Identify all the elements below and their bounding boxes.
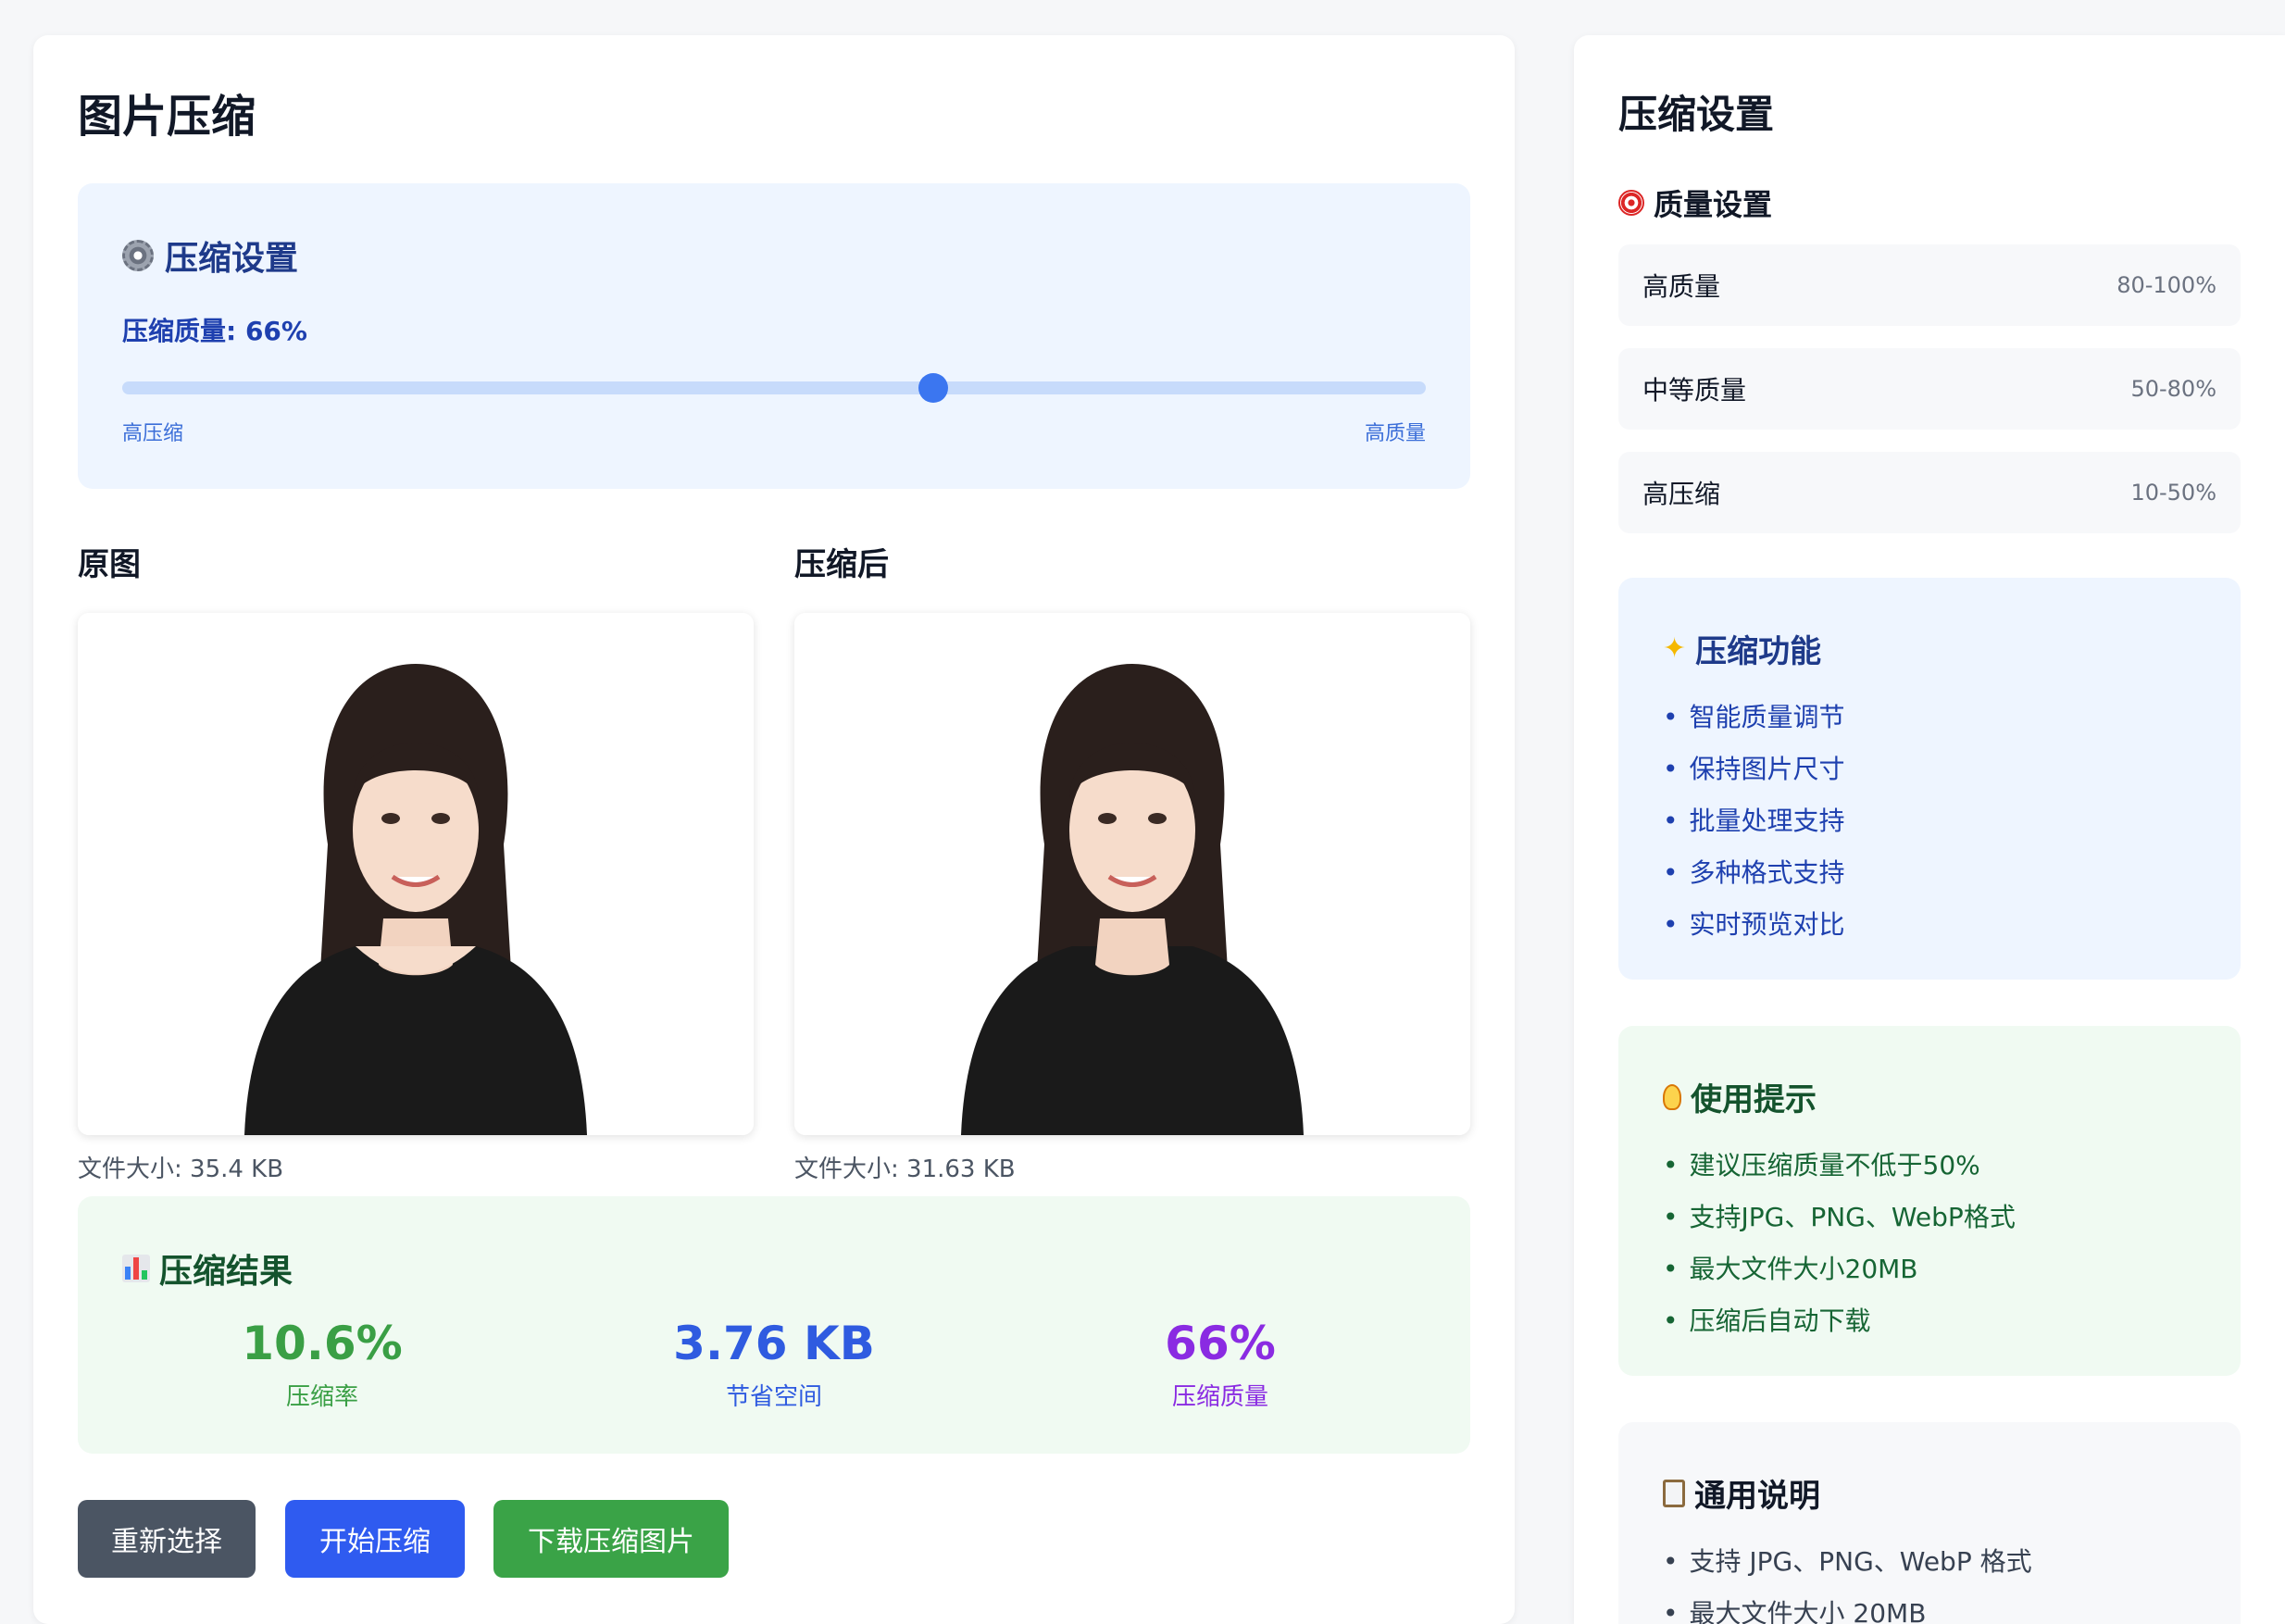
settings-heading: 压缩设置 (122, 231, 298, 280)
reselect-button[interactable]: 重新选择 (78, 1500, 256, 1578)
list-item: 批量处理支持 (1663, 795, 2196, 847)
slider-max-label: 高质量 (1364, 422, 1426, 445)
general-heading-label: 通用说明 (1694, 1478, 1820, 1515)
list-item: 支持 JPG、PNG、WebP 格式 (1663, 1536, 2196, 1588)
stat-quality: 66% 压缩质量 (1035, 1317, 1405, 1412)
target-icon (1618, 190, 1644, 216)
compressed-image-preview (794, 613, 1470, 1135)
quality-level-name: 高压缩 (1642, 479, 1721, 509)
gear-icon (122, 240, 154, 271)
result-heading: 压缩结果 (122, 1244, 293, 1293)
compressed-file-size: 文件大小: 31.63 KB (794, 1156, 1016, 1183)
features-list: 智能质量调节 保持图片尺寸 批量处理支持 多种格式支持 实时预览对比 (1663, 692, 2196, 951)
stat-label: 节省空间 (725, 1383, 822, 1411)
compressed-image-title: 压缩后 (794, 546, 889, 583)
compression-settings-panel: 压缩设置 压缩质量: 66% 高压缩 高质量 (78, 183, 1470, 489)
list-item: 压缩后自动下载 (1663, 1295, 2196, 1347)
quality-level-range: 80-100% (2116, 272, 2216, 298)
features-box: ✦ 压缩功能 智能质量调节 保持图片尺寸 批量处理支持 多种格式支持 实时预览对… (1618, 578, 2241, 980)
quality-level-range: 50-80% (2130, 376, 2216, 402)
general-list: 支持 JPG、PNG、WebP 格式 最大文件大小 20MB (1663, 1536, 2196, 1624)
original-image-title: 原图 (78, 546, 141, 583)
quality-settings-heading: 质量设置 (1618, 181, 1772, 224)
lightbulb-icon (1663, 1083, 1681, 1110)
sparkle-icon: ✦ (1663, 632, 1687, 665)
sidebar-title: 压缩设置 (1618, 92, 1775, 137)
portrait-image (78, 613, 754, 1135)
quality-slider-thumb[interactable] (918, 373, 949, 403)
quality-level-range: 10-50% (2130, 480, 2216, 506)
slider-min-label: 高压缩 (122, 422, 184, 445)
main-card: 图片压缩 压缩设置 压缩质量: 66% 高压缩 高质量 原图 文件大小: 35.… (33, 35, 1515, 1624)
settings-heading-label: 压缩设置 (165, 240, 299, 278)
compression-result-panel: 压缩结果 10.6% 压缩率 3.76 KB 节省空间 66% 压缩质量 (78, 1196, 1470, 1454)
list-item: 最大文件大小20MB (1663, 1243, 2196, 1295)
quality-level-name: 高质量 (1642, 271, 1721, 302)
bar-chart-icon (122, 1255, 150, 1282)
stat-value: 3.76 KB (673, 1317, 875, 1370)
tips-list: 建议压缩质量不低于50% 支持JPG、PNG、WebP格式 最大文件大小20MB… (1663, 1140, 2196, 1347)
stat-value: 66% (1165, 1317, 1276, 1370)
quality-slider[interactable] (122, 373, 1426, 403)
original-file-size: 文件大小: 35.4 KB (78, 1156, 284, 1183)
list-item: 支持JPG、PNG、WebP格式 (1663, 1192, 2196, 1243)
tips-heading-label: 使用提示 (1691, 1081, 1817, 1118)
features-heading-label: 压缩功能 (1695, 633, 1822, 670)
quality-level-high[interactable]: 高质量 80-100% (1618, 244, 2241, 326)
tips-heading: 使用提示 (1663, 1074, 2196, 1119)
stat-value: 10.6% (242, 1317, 403, 1370)
quality-settings-heading-label: 质量设置 (1654, 187, 1773, 222)
clipboard-icon (1663, 1479, 1685, 1507)
stat-label: 压缩率 (285, 1383, 358, 1411)
list-item: 最大文件大小 20MB (1663, 1588, 2196, 1624)
original-image-preview (78, 613, 754, 1135)
features-heading: ✦ 压缩功能 (1663, 626, 2196, 671)
result-heading-label: 压缩结果 (159, 1253, 293, 1291)
list-item: 多种格式支持 (1663, 847, 2196, 899)
quality-level-medium[interactable]: 中等质量 50-80% (1618, 348, 2241, 430)
start-compress-button[interactable]: 开始压缩 (285, 1500, 465, 1578)
page-title: 图片压缩 (78, 91, 256, 143)
quality-level-name: 中等质量 (1642, 375, 1747, 406)
list-item: 保持图片尺寸 (1663, 743, 2196, 795)
stat-space-saved: 3.76 KB 节省空间 (589, 1317, 959, 1412)
general-heading: 通用说明 (1663, 1470, 2196, 1516)
list-item: 智能质量调节 (1663, 692, 2196, 743)
quality-level-compress[interactable]: 高压缩 10-50% (1618, 452, 2241, 533)
stat-label: 压缩质量 (1171, 1383, 1268, 1411)
tips-box: 使用提示 建议压缩质量不低于50% 支持JPG、PNG、WebP格式 最大文件大… (1618, 1026, 2241, 1376)
portrait-image (794, 613, 1470, 1135)
quality-value-label: 压缩质量: 66% (122, 316, 307, 346)
list-item: 实时预览对比 (1663, 899, 2196, 951)
stat-compression-rate: 10.6% 压缩率 (137, 1317, 507, 1412)
list-item: 建议压缩质量不低于50% (1663, 1140, 2196, 1192)
sidebar: 压缩设置 质量设置 高质量 80-100% 中等质量 50-80% 高压缩 10… (1574, 35, 2285, 1624)
general-box: 通用说明 支持 JPG、PNG、WebP 格式 最大文件大小 20MB (1618, 1422, 2241, 1624)
download-button[interactable]: 下载压缩图片 (493, 1500, 729, 1578)
